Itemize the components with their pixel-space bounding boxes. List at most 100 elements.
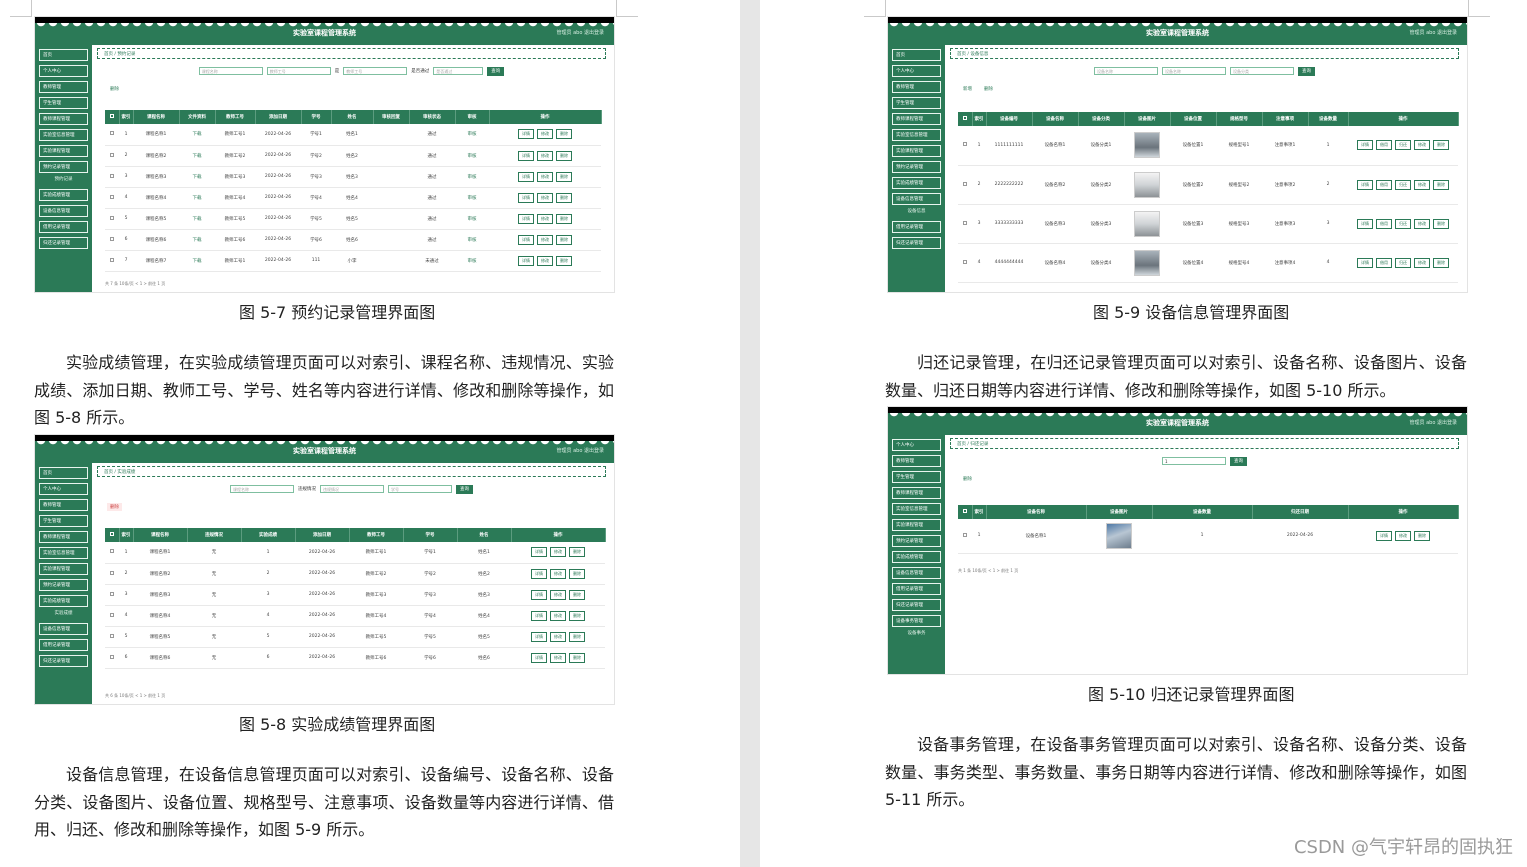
row-action-button[interactable]: 删除 (569, 568, 585, 579)
row-action-button[interactable]: 详情 (518, 150, 534, 161)
row-action-button[interactable]: 借用 (1376, 140, 1392, 151)
search-input[interactable]: 教师工号 (343, 67, 408, 75)
row-action-button[interactable]: 归还 (1395, 218, 1411, 229)
checkbox-icon[interactable] (110, 236, 114, 241)
row-action-button[interactable]: 删除 (569, 631, 585, 642)
select-all-checkbox[interactable] (105, 110, 120, 124)
row-checkbox[interactable] (958, 126, 972, 166)
row-action-button[interactable]: 详情 (518, 234, 534, 245)
sidebar-item[interactable]: 实验室信息管理 (39, 129, 88, 141)
row-checkbox[interactable] (105, 166, 119, 188)
sidebar-item[interactable]: 借用记录管理 (39, 639, 88, 651)
sidebar-item[interactable]: 实验室信息管理 (892, 129, 941, 141)
row-action-button[interactable]: 修改 (1414, 257, 1430, 268)
row-checkbox[interactable] (958, 165, 972, 205)
row-checkbox[interactable] (105, 124, 119, 146)
row-action-button[interactable]: 删除 (556, 192, 572, 203)
row-checkbox[interactable] (105, 563, 119, 585)
sidebar-item[interactable]: 实验课程管理 (39, 145, 88, 157)
table-row[interactable]: 5 课程名称5 无 5 2022-04-26 教师工号5 学号5 姓名5 详情 修改 删除 (105, 626, 605, 648)
row-action-button[interactable]: 修改 (537, 150, 553, 161)
row-action-button[interactable]: 借用 (1376, 257, 1392, 268)
breadcrumb[interactable]: 首页 / 预约记录 (97, 48, 606, 59)
sidebar-item[interactable]: 归还记录管理 (892, 237, 941, 249)
row-action-button[interactable]: 修改 (537, 255, 553, 266)
sidebar-item[interactable]: 实验课程管理 (39, 563, 88, 575)
breadcrumb[interactable]: 首页 / 归还记录 (950, 438, 1459, 449)
checkbox-icon[interactable] (963, 532, 967, 537)
user-info[interactable]: 管理员 abo 退出登录 (1410, 29, 1457, 36)
checkbox-icon[interactable] (110, 654, 114, 659)
sidebar-item[interactable]: 个人中心 (39, 65, 88, 77)
table-row[interactable]: 4 4444444444 设备名称4 设备分类4 设备位置4 规格型号4 注意事项4 4 详情借… (958, 243, 1458, 283)
row-action-button[interactable]: 删除 (1433, 218, 1449, 229)
checkbox-icon[interactable] (110, 194, 114, 199)
row-action-button[interactable]: 借用 (1376, 218, 1392, 229)
sidebar-subitem[interactable]: 预约记录 (39, 176, 88, 185)
pagination[interactable]: 共 7 条 10条/页 < 1 > 前往 1 页 (105, 281, 165, 287)
row-action-button[interactable]: 详情 (531, 631, 547, 642)
checkbox-icon[interactable] (110, 612, 114, 617)
sidebar-item[interactable]: 设备信息管理 (39, 623, 88, 635)
row-action-button[interactable]: 删除 (1414, 530, 1430, 541)
row-checkbox[interactable] (105, 626, 119, 648)
sidebar-item[interactable]: 归还记录管理 (39, 655, 88, 667)
row-action-button[interactable]: 借用 (1376, 179, 1392, 190)
row-action-button[interactable]: 删除 (556, 255, 572, 266)
checkbox-icon[interactable] (962, 509, 967, 513)
row-action-button[interactable]: 详情 (531, 610, 547, 621)
search-button[interactable]: 查询 (456, 484, 473, 494)
table-row[interactable]: 2 2222222222 设备名称2 设备分类2 设备位置2 规格型号2 注意事项2 2 详情借… (958, 165, 1458, 205)
select-all-checkbox[interactable] (958, 505, 973, 519)
search-input[interactable]: 1 (1162, 457, 1226, 465)
row-action-button[interactable]: 修改 (550, 610, 566, 621)
sidebar-item[interactable]: 个人中心 (892, 439, 941, 451)
sidebar-item[interactable]: 实验成绩管理 (39, 595, 88, 607)
row-checkbox[interactable] (105, 250, 119, 272)
row-action-button[interactable]: 修改 (550, 652, 566, 663)
sidebar-item[interactable]: 个人中心 (892, 65, 941, 77)
row-action-button[interactable]: 详情 (1357, 179, 1373, 190)
row-action-button[interactable]: 删除 (569, 652, 585, 663)
row-action-button[interactable]: 详情 (518, 171, 534, 182)
search-input[interactable]: 学号 (388, 485, 452, 493)
search-button[interactable]: 查询 (1230, 456, 1247, 466)
user-info[interactable]: 管理员 abo 退出登录 (557, 447, 604, 454)
row-action-button[interactable]: 删除 (1433, 140, 1449, 151)
user-info[interactable]: 管理员 abo 退出登录 (1410, 419, 1457, 426)
row-checkbox[interactable] (105, 542, 119, 564)
table-cell[interactable]: 下载 (179, 250, 215, 272)
table-cell[interactable]: 审核 (455, 250, 489, 272)
checkbox-icon[interactable] (109, 114, 114, 118)
table-cell[interactable]: 审核 (455, 229, 489, 251)
sidebar-item[interactable]: 设备信息管理 (892, 193, 941, 205)
table-row[interactable]: 4 课程名称4 下载 教师工号4 2022-04-26 学号4 姓名4 通过 审核 详情 修改 删除 (105, 187, 601, 209)
row-action-button[interactable]: 删除 (556, 171, 572, 182)
sidebar-item[interactable]: 实验成绩管理 (39, 189, 88, 201)
table-cell[interactable]: 下载 (179, 166, 215, 188)
sidebar-item[interactable]: 教师课程管理 (892, 487, 941, 499)
row-checkbox[interactable] (105, 229, 119, 251)
row-action-button[interactable]: 修改 (550, 631, 566, 642)
table-cell[interactable]: 审核 (455, 166, 489, 188)
row-action-button[interactable]: 删除 (556, 213, 572, 224)
search-input[interactable]: 设备名称 (1162, 67, 1226, 75)
row-action-button[interactable]: 详情 (531, 589, 547, 600)
add-button[interactable]: 新增 (960, 85, 975, 93)
row-action-button[interactable]: 删除 (569, 610, 585, 621)
sidebar-item[interactable]: 设备事务管理 (892, 615, 941, 627)
sidebar-item[interactable]: 借用记录管理 (892, 583, 941, 595)
sidebar-item[interactable]: 预约记录管理 (39, 579, 88, 591)
search-input[interactable]: 课程名称 (198, 67, 263, 75)
row-action-button[interactable]: 详情 (531, 652, 547, 663)
sidebar-item[interactable]: 实验成绩管理 (892, 551, 941, 563)
checkbox-icon[interactable] (110, 633, 114, 638)
sidebar-item[interactable]: 学生管理 (39, 97, 88, 109)
sidebar-item[interactable]: 教师课程管理 (892, 113, 941, 125)
checkbox-icon[interactable] (963, 259, 967, 264)
delete-button[interactable]: 删除 (981, 85, 996, 93)
table-row[interactable]: 3 3333333333 设备名称3 设备分类3 设备位置3 规格型号3 注意事项3 3 详情借… (958, 204, 1458, 244)
checkbox-icon[interactable] (110, 570, 114, 575)
table-cell[interactable]: 下载 (179, 145, 215, 167)
checkbox-icon[interactable] (962, 116, 967, 120)
